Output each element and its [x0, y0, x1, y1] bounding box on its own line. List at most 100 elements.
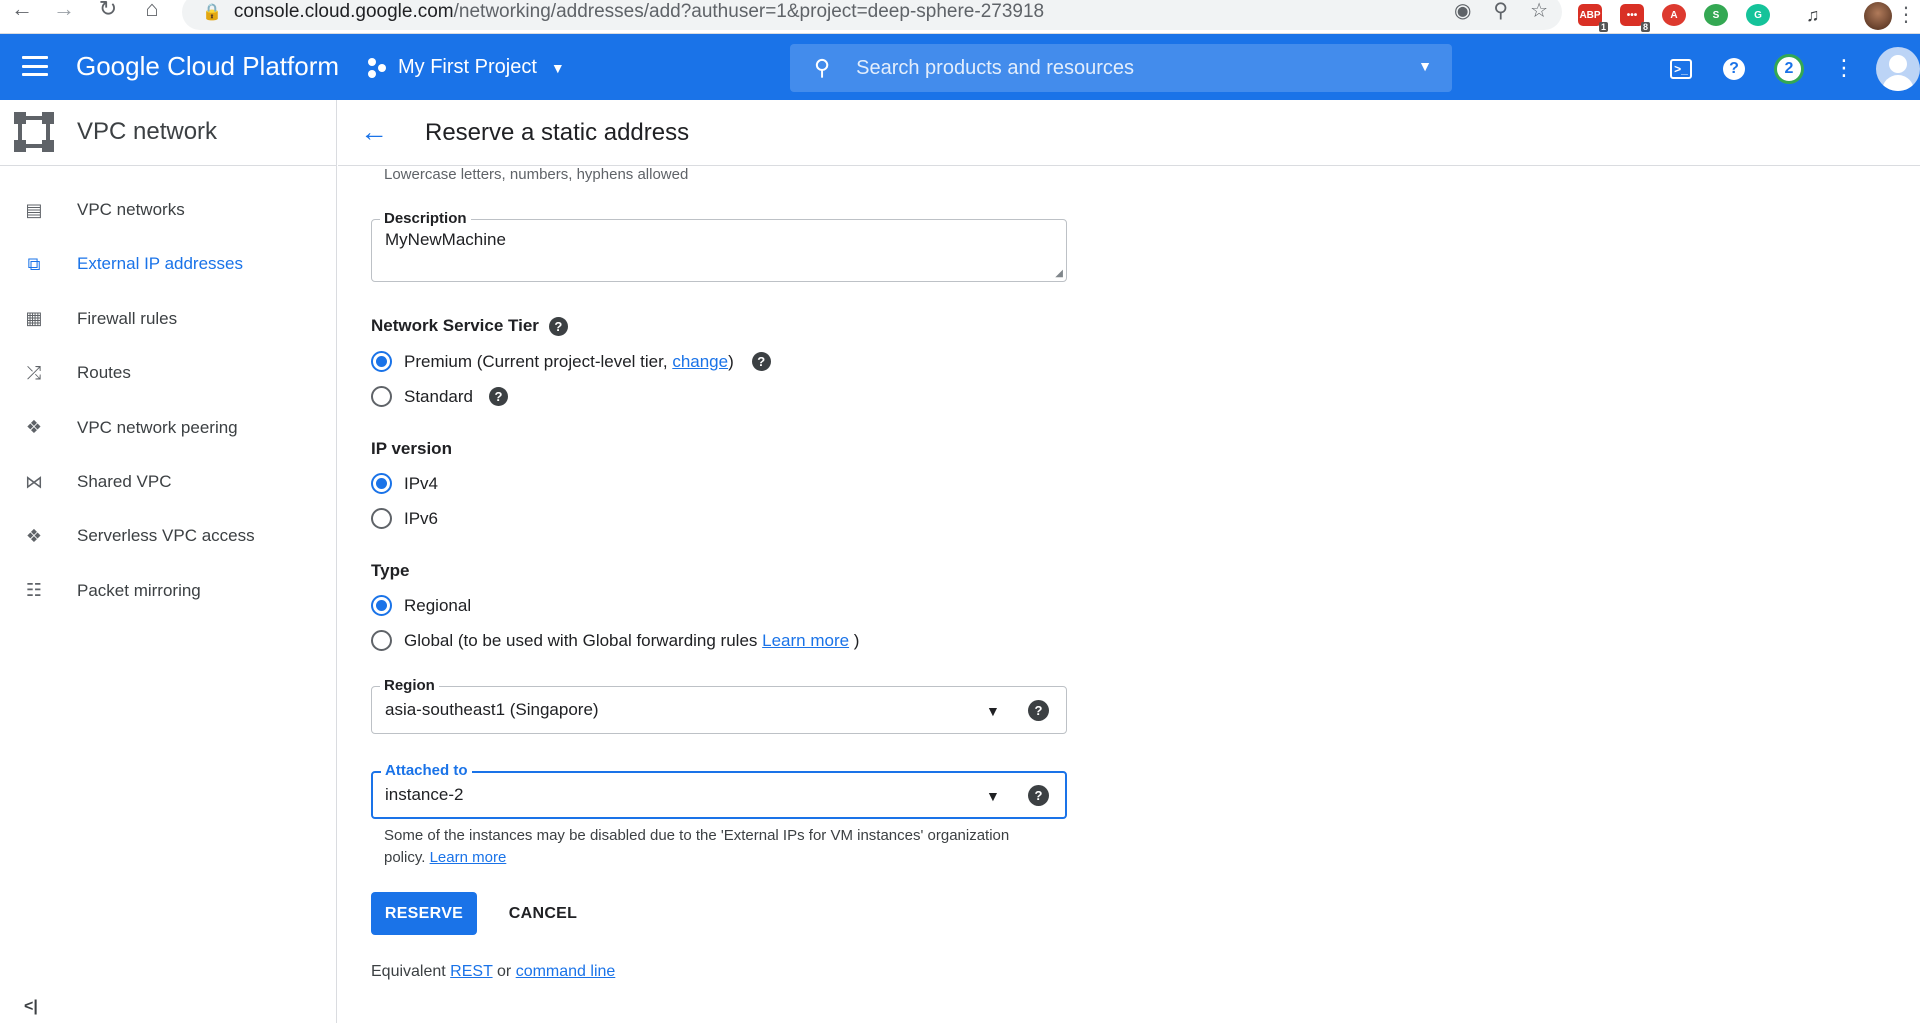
- radio-global[interactable]: Global (to be used with Global forwardin…: [371, 630, 859, 651]
- sidebar-item-label: VPC networks: [77, 200, 185, 219]
- radio-button[interactable]: [371, 351, 392, 372]
- sidebar-item-firewall-rules[interactable]: ▦ Firewall rules: [0, 297, 336, 341]
- sidebar-item-label: Shared VPC: [77, 472, 172, 491]
- sidebar-item-routes[interactable]: ⤮ Routes: [0, 351, 336, 395]
- sidebar-item-label: VPC network peering: [77, 417, 238, 437]
- browser-menu-icon[interactable]: ⋮: [1896, 2, 1916, 27]
- browser-extension-icon[interactable]: S: [1704, 4, 1728, 26]
- browser-extension-icon[interactable]: ABP 1: [1578, 4, 1608, 32]
- sidebar-item-serverless-vpc-access[interactable]: ❖ Serverless VPC access: [0, 514, 336, 558]
- command-line-link[interactable]: command line: [516, 963, 616, 980]
- sidebar-title: VPC network: [77, 118, 218, 145]
- help-circle-icon[interactable]: ?: [751, 352, 771, 371]
- chevron-down-icon: ▼: [550, 59, 565, 76]
- page-header: ← Reserve a static address: [338, 100, 1920, 166]
- description-label: Description: [380, 210, 471, 227]
- description-field[interactable]: Description MyNewMachine ◢: [371, 210, 1067, 282]
- attached-to-value: instance-2: [385, 785, 464, 804]
- browser-profile-avatar[interactable]: [1864, 2, 1892, 30]
- collapse-sidebar-icon[interactable]: <|: [24, 998, 38, 1016]
- radio-premium[interactable]: Premium (Current project-level tier, cha…: [371, 351, 771, 372]
- key-icon[interactable]: ⚲: [1493, 0, 1508, 23]
- browser-toolbar: ← → ↻ ⌂ 🔒 console.cloud.google.com/netwo…: [0, 0, 1920, 34]
- radio-button[interactable]: [371, 630, 392, 651]
- firewall-icon: ▦: [25, 308, 43, 329]
- sidebar-item-label: External IP addresses: [77, 254, 243, 274]
- help-circle-icon[interactable]: ?: [1028, 785, 1049, 806]
- search-input[interactable]: Search products and resources: [856, 57, 1134, 80]
- browser-extension-icon[interactable]: A: [1662, 4, 1686, 26]
- dropdown-arrow-icon[interactable]: ▼: [986, 703, 1000, 719]
- cancel-button[interactable]: CANCEL: [497, 892, 589, 935]
- region-label: Region: [380, 677, 439, 694]
- radio-button[interactable]: [371, 386, 392, 407]
- sidebar-item-shared-vpc[interactable]: ⋈ Shared VPC: [0, 460, 336, 504]
- sidebar-item-external-ip-addresses[interactable]: ⧉ External IP addresses: [0, 242, 336, 286]
- radio-button[interactable]: [371, 595, 392, 616]
- star-icon[interactable]: ☆: [1530, 0, 1548, 23]
- region-value: asia-southeast1 (Singapore): [385, 700, 599, 719]
- sidebar-item-label: Serverless VPC access: [77, 526, 255, 546]
- brand-title[interactable]: Google Cloud Platform: [76, 51, 339, 82]
- help-circle-icon[interactable]: ?: [489, 387, 508, 406]
- help-circle-icon[interactable]: ?: [548, 317, 568, 337]
- sidebar-header: VPC network: [0, 100, 336, 166]
- url-text: console.cloud.google.com/networking/addr…: [233, 1, 1045, 22]
- notifications-badge[interactable]: 2: [1774, 54, 1804, 84]
- lock-icon: 🔒: [202, 4, 222, 21]
- home-icon[interactable]: ⌂: [132, 0, 172, 26]
- attached-to-select[interactable]: Attached to instance-2 ▼ ?: [371, 762, 1067, 819]
- sidebar-item-vpc-network-peering[interactable]: ❖ VPC network peering: [0, 406, 336, 450]
- policy-learn-more-link[interactable]: Learn more: [430, 849, 507, 866]
- account-avatar[interactable]: [1876, 47, 1920, 91]
- extension-badge: 8: [1640, 22, 1650, 32]
- forward-icon[interactable]: →: [44, 0, 84, 26]
- reload-icon[interactable]: ↻: [88, 0, 128, 26]
- radio-button[interactable]: [371, 473, 392, 494]
- ipv4-label: IPv4: [404, 473, 439, 493]
- ip-version-title: IP version: [371, 439, 452, 458]
- description-value[interactable]: MyNewMachine: [385, 230, 506, 250]
- radio-ipv4[interactable]: IPv4: [371, 473, 438, 494]
- help-icon[interactable]: ?: [1723, 58, 1745, 80]
- project-selector[interactable]: My First Project ▼: [368, 56, 565, 79]
- gcp-header: Google Cloud Platform My First Project ▼…: [0, 34, 1920, 100]
- radio-button[interactable]: [371, 508, 392, 529]
- attached-to-label: Attached to: [381, 762, 472, 779]
- resize-handle-icon[interactable]: ◢: [1055, 268, 1063, 279]
- peering-icon: ❖: [25, 417, 43, 438]
- equivalent-links: Equivalent REST or command line: [371, 963, 616, 980]
- change-tier-link[interactable]: change: [672, 352, 728, 371]
- more-options-icon[interactable]: ⋮: [1832, 55, 1856, 80]
- back-arrow-icon[interactable]: ←: [360, 116, 388, 148]
- global-label: Global (to be used with Global forwardin…: [404, 630, 860, 650]
- menu-icon[interactable]: [22, 56, 48, 76]
- sidebar-item-packet-mirroring[interactable]: ☷ Packet mirroring: [0, 569, 336, 613]
- radio-ipv6[interactable]: IPv6: [371, 508, 438, 529]
- rest-link[interactable]: REST: [450, 963, 492, 980]
- premium-label: Premium (Current project-level tier, cha…: [404, 351, 734, 371]
- address-bar[interactable]: 🔒 console.cloud.google.com/networking/ad…: [182, 0, 1562, 30]
- shared-vpc-icon: ⋈: [25, 471, 43, 492]
- sidebar-item-vpc-networks[interactable]: ▤ VPC networks: [0, 188, 336, 232]
- reserve-button[interactable]: RESERVE: [371, 892, 477, 935]
- search-expand-icon[interactable]: ▼: [1418, 58, 1432, 74]
- browser-extension-icon[interactable]: G: [1746, 4, 1770, 26]
- sidebar-item-label: Routes: [77, 363, 131, 383]
- network-tier-title: Network Service Tier?: [371, 316, 568, 337]
- region-select[interactable]: Region asia-southeast1 (Singapore) ▼ ?: [371, 677, 1067, 734]
- dropdown-arrow-icon[interactable]: ▼: [986, 788, 1000, 804]
- routes-icon: ⤮: [26, 362, 42, 383]
- media-control-icon[interactable]: ♫: [1806, 5, 1820, 26]
- search-bar[interactable]: ⚲ Search products and resources ▼: [790, 44, 1452, 92]
- project-icon: [368, 57, 388, 78]
- back-icon[interactable]: ←: [2, 0, 42, 26]
- learn-more-link[interactable]: Learn more: [762, 631, 849, 650]
- help-circle-icon[interactable]: ?: [1028, 700, 1049, 721]
- radio-standard[interactable]: Standard ?: [371, 386, 508, 407]
- cookie-blocked-icon[interactable]: ◉: [1454, 0, 1471, 23]
- cloud-shell-icon[interactable]: >_: [1670, 59, 1692, 79]
- browser-extension-icon[interactable]: ••• 8: [1620, 4, 1650, 32]
- radio-regional[interactable]: Regional: [371, 595, 471, 616]
- regional-label: Regional: [404, 595, 472, 615]
